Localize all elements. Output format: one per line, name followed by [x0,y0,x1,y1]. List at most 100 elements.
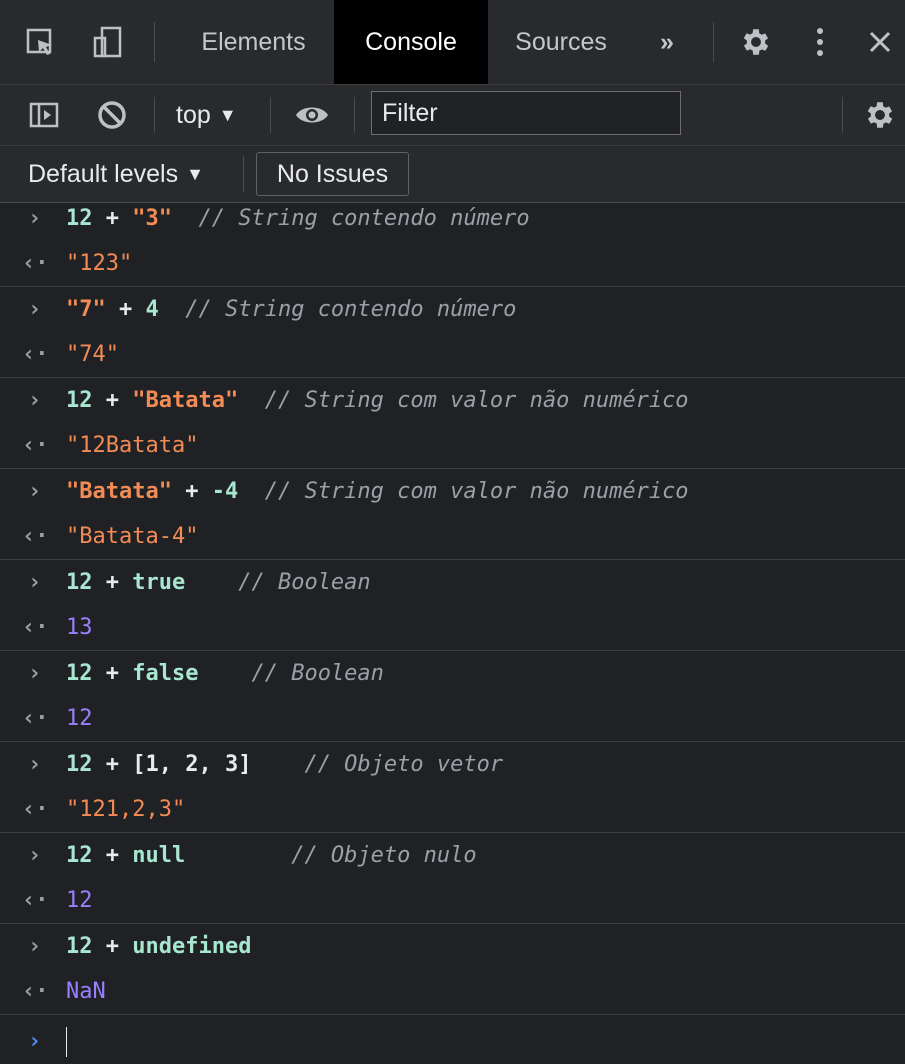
console-entry: › 12 + [1, 2, 3] // Objeto vetor ‹· "121,2,… [0,742,905,833]
console-result-line: ‹· 13 [0,605,905,650]
input-prompt-icon: › [28,843,42,868]
more-options-icon[interactable] [800,22,840,62]
code-token: 12 [66,388,93,413]
input-prompt-icon: › [28,206,42,231]
issues-button[interactable]: No Issues [256,152,409,196]
console-result-line: ‹· 12 [0,696,905,741]
console-input-line[interactable]: › 12 + undefined [0,924,905,969]
console-result-line: ‹· "74" [0,332,905,377]
code-comment: // Objeto vetor [251,752,504,777]
code-token: false [132,661,199,686]
inspect-element-icon[interactable] [22,24,58,60]
console-entry: › 12 + true // Boolean ‹· 13 [0,560,905,651]
code-comment: // String contendo número [172,206,530,231]
code-token: -4 [211,479,239,504]
close-icon[interactable] [860,24,900,60]
text-caret [66,1026,67,1057]
result-arrow-icon: ‹· [22,524,49,549]
result-value: "121,2,3" [66,797,186,822]
code-token: + [92,661,133,686]
result-value: 13 [66,615,93,640]
console-input-line[interactable]: › 12 + true // Boolean [0,560,905,605]
code-token: null [132,843,186,868]
code-token: + [92,752,133,777]
result-arrow-icon: ‹· [22,797,49,822]
settings-gear-icon[interactable] [734,22,778,62]
code-token: 12 [66,206,93,231]
code-token: 12 [66,661,93,686]
device-toolbar-icon[interactable] [88,22,128,62]
code-token: + [92,570,133,595]
console-input-line[interactable]: › "7" + 4 // String contendo número [0,287,905,332]
console-result-line: ‹· "121,2,3" [0,787,905,832]
context-label: top [176,100,211,129]
result-arrow-icon: ‹· [22,979,49,1004]
console-settings-gear-icon[interactable] [860,97,900,133]
default-levels-label: Default levels [28,159,179,188]
console-result-line: ‹· "Batata-4" [0,514,905,559]
result-value: NaN [66,979,106,1004]
result-arrow-icon: ‹· [22,888,49,913]
code-comment: // Boolean [185,570,371,595]
console-toolbar: top ▼ [0,85,905,146]
code-token: 12 [66,934,93,959]
filter-input[interactable] [371,91,681,135]
input-prompt-icon: › [28,388,42,413]
code-comment: // String com valor não numérico [238,388,689,413]
result-arrow-icon: ‹· [22,615,49,640]
code-comment: // Objeto nulo [185,843,477,868]
tab-elements[interactable]: Elements [176,0,331,84]
code-token: + [92,843,133,868]
console-entry: › 12 + null // Objeto nulo ‹· 12 [0,833,905,924]
default-levels-dropdown[interactable]: Default levels ▼ [28,146,204,202]
result-value: 12 [66,888,93,913]
code-comment: // String com valor não numérico [238,479,689,504]
code-token: "3" [132,206,172,231]
dropdown-arrow-icon: ▼ [218,104,237,125]
input-prompt-icon: › [28,570,42,595]
result-arrow-icon: ‹· [22,342,49,367]
code-token: 12 [66,570,93,595]
console-input-line[interactable]: › "Batata" + -4 // String com valor não n… [0,469,905,514]
console-output: › 12 + "3" // String contendo número ‹· "12… [0,196,905,1015]
result-arrow-icon: ‹· [22,251,49,276]
show-sidebar-icon[interactable] [26,97,62,133]
result-value: 12 [66,706,93,731]
code-token: undefined [132,934,252,959]
devtools-tab-bar: Elements Console Sources » [0,0,905,85]
tab-console[interactable]: Console [334,0,488,84]
code-token: 12 [66,752,93,777]
input-prompt-icon: › [28,661,42,686]
console-entry: › 12 + "3" // String contendo número ‹· "12… [0,196,905,287]
code-token: "7" [66,297,106,322]
console-entry: › 12 + undefined ‹· NaN [0,924,905,1015]
result-value: "123" [66,251,133,276]
console-entry: › "7" + 4 // String contendo número ‹· "74" [0,287,905,378]
input-prompt-icon: › [28,752,42,777]
result-value: "74" [66,342,119,367]
result-arrow-icon: ‹· [22,433,49,458]
more-tabs-icon[interactable]: » [642,0,692,84]
clear-console-icon[interactable] [94,97,130,133]
console-input-line[interactable]: › 12 + "Batata" // String com valor não n… [0,378,905,423]
result-value: "12Batata" [66,433,199,458]
console-result-line: ‹· 12 [0,878,905,923]
code-token: + [92,206,133,231]
console-input-line[interactable]: › 12 + [1, 2, 3] // Objeto vetor [0,742,905,787]
console-input-line[interactable]: › 12 + false // Boolean [0,651,905,696]
live-expression-eye-icon[interactable] [292,97,332,133]
code-comment: // Boolean [198,661,384,686]
code-token: + [92,934,133,959]
code-token: "Batata" [66,479,172,504]
console-input-line[interactable]: › 12 + "3" // String contendo número [0,196,905,241]
console-entry: › "Batata" + -4 // String com valor não n… [0,469,905,560]
console-input-line[interactable]: › 12 + null // Objeto nulo [0,833,905,878]
result-arrow-icon: ‹· [22,706,49,731]
code-comment: // String contendo número [158,297,517,322]
dropdown-arrow-icon: ▼ [186,163,204,184]
console-result-line: ‹· NaN [0,969,905,1014]
code-token: + [171,479,212,504]
tab-sources[interactable]: Sources [496,0,626,84]
context-selector[interactable]: top ▼ [176,85,237,145]
console-prompt[interactable]: › [0,1019,905,1064]
